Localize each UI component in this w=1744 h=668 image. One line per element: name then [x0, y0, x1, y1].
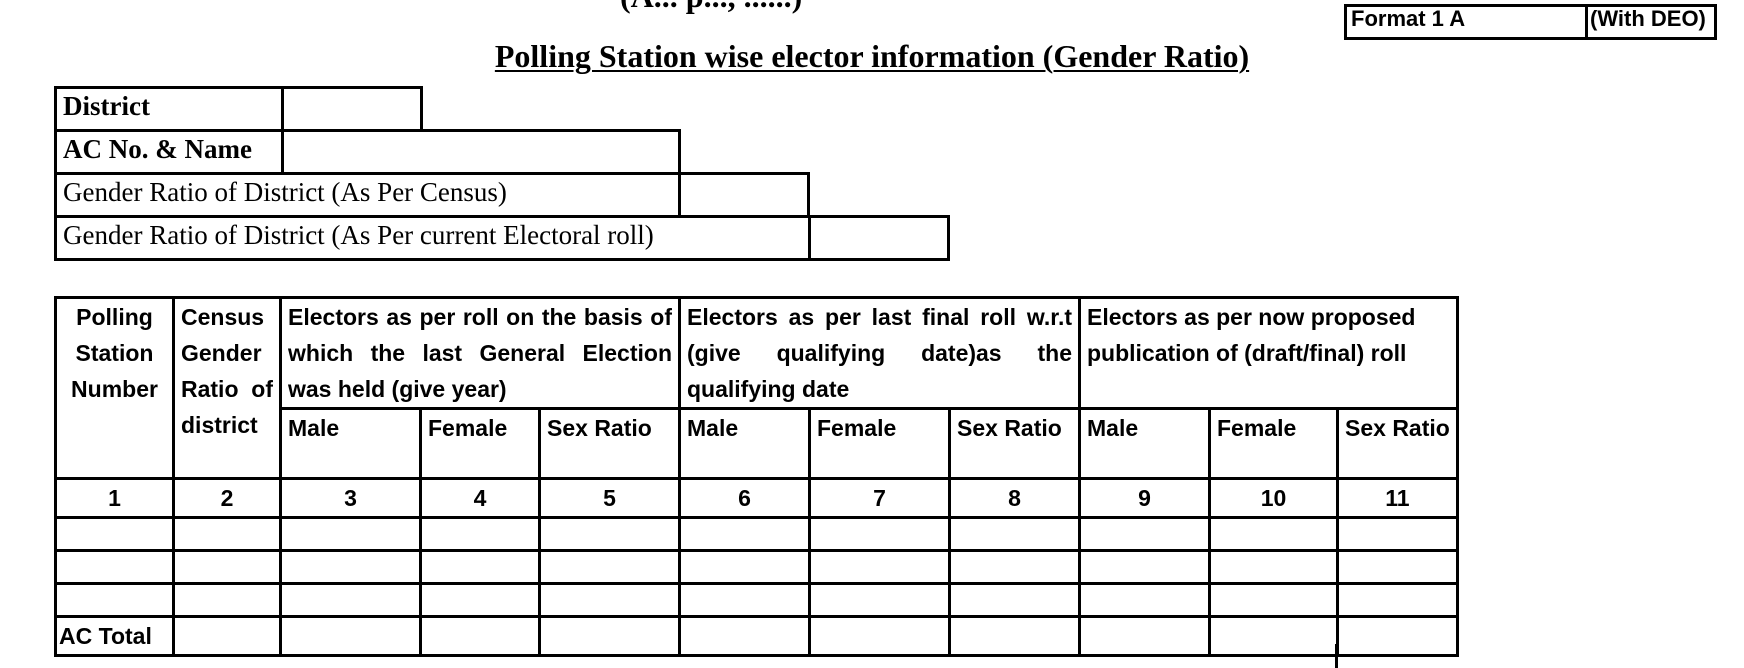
col-number: 3 [279, 477, 422, 519]
table-cell [279, 582, 422, 618]
table-row [54, 582, 1459, 618]
table-cell [54, 582, 175, 618]
table-cell [419, 549, 541, 585]
with-deo-box: (With DEO) [1585, 4, 1717, 40]
group-header-proposed-publication: Electors as per now proposed publication… [1078, 296, 1459, 410]
table-cell [172, 615, 282, 657]
table-cell [54, 516, 175, 552]
col-number: 10 [1208, 477, 1339, 519]
table-cell [419, 516, 541, 552]
col-number: 9 [1078, 477, 1211, 519]
info-census-ratio-label: Gender Ratio of District (As Per Census) [54, 172, 681, 218]
col-number: 2 [172, 477, 282, 519]
table-cell [538, 516, 681, 552]
info-ac-value [281, 129, 681, 175]
table-cell [538, 582, 681, 618]
col-header-polling-station: Polling Station Number [54, 296, 175, 480]
info-ac-label: AC No. & Name [54, 129, 284, 175]
col-number: 6 [678, 477, 811, 519]
info-district-value [281, 86, 423, 132]
table-cell [538, 549, 681, 585]
table-cell [538, 615, 681, 657]
table-cell [1208, 615, 1339, 657]
table-cell [948, 549, 1081, 585]
page-title: Polling Station wise elector information… [494, 38, 1250, 74]
table-cell [678, 549, 811, 585]
sub-header-male: Male [1078, 407, 1211, 480]
ac-total-label: AC Total [54, 615, 175, 657]
table-cell [279, 615, 422, 657]
table-cell [1336, 615, 1459, 657]
format-label: Format 1 A [1351, 6, 1466, 31]
stray-border-line [1335, 644, 1338, 668]
table-cell [1208, 516, 1339, 552]
table-cell [1208, 582, 1339, 618]
info-census-ratio-value [678, 172, 810, 218]
table-row [54, 549, 1459, 585]
table-cell [172, 516, 282, 552]
table-cell [948, 615, 1081, 657]
gender-ratio-table: Polling Station Number Census Gender Rat… [54, 296, 1459, 657]
group-header-general-election: Electors as per roll on the basis of whi… [279, 296, 681, 410]
col-header-census-ratio: Census Gender Ratio of district [172, 296, 282, 480]
table-cell [948, 516, 1081, 552]
table-cell [1078, 549, 1211, 585]
ac-total-row: AC Total [54, 615, 1459, 657]
sub-header-female: Female [1208, 407, 1339, 480]
info-district-label: District [54, 86, 284, 132]
sub-header-male: Male [678, 407, 811, 480]
sub-header-male: Male [279, 407, 422, 480]
table-cell [172, 549, 282, 585]
col-number: 5 [538, 477, 681, 519]
col-number: 7 [808, 477, 951, 519]
sub-header-sex-ratio: Sex Ratio [1336, 407, 1459, 480]
table-cell [1078, 582, 1211, 618]
table-cell [1208, 549, 1339, 585]
sub-header-sex-ratio: Sex Ratio [948, 407, 1081, 480]
table-cell [419, 615, 541, 657]
table-cell [808, 549, 951, 585]
table-cell [808, 516, 951, 552]
cut-header-text: (A... p..., ......) [620, 0, 802, 15]
col-number: 11 [1336, 477, 1459, 519]
sub-header-female: Female [808, 407, 951, 480]
table-cell [808, 582, 951, 618]
column-number-row: 1 2 3 4 5 6 7 8 9 10 11 [54, 477, 1459, 519]
table-cell [1078, 615, 1211, 657]
table-cell [1336, 582, 1459, 618]
col-number: 8 [948, 477, 1081, 519]
table-cell [678, 615, 811, 657]
sub-header-female: Female [419, 407, 541, 480]
table-row [54, 516, 1459, 552]
group-header-last-final-roll: Electors as per last final roll w.r.t (g… [678, 296, 1081, 410]
table-cell [678, 582, 811, 618]
table-cell [1336, 549, 1459, 585]
table-cell [172, 582, 282, 618]
info-roll-ratio-value [808, 215, 950, 261]
table-cell [678, 516, 811, 552]
info-roll-ratio-label: Gender Ratio of District (As Per current… [54, 215, 811, 261]
table-cell [1336, 516, 1459, 552]
col-number: 4 [419, 477, 541, 519]
table-cell [279, 549, 422, 585]
table-cell [279, 516, 422, 552]
sub-header-sex-ratio: Sex Ratio [538, 407, 681, 480]
format-label-box: Format 1 A [1344, 4, 1588, 40]
table-cell [54, 549, 175, 585]
with-deo-label: (With DEO) [1590, 6, 1706, 31]
table-cell [419, 582, 541, 618]
table-cell [808, 615, 951, 657]
table-cell [1078, 516, 1211, 552]
col-number: 1 [54, 477, 175, 519]
table-cell [948, 582, 1081, 618]
